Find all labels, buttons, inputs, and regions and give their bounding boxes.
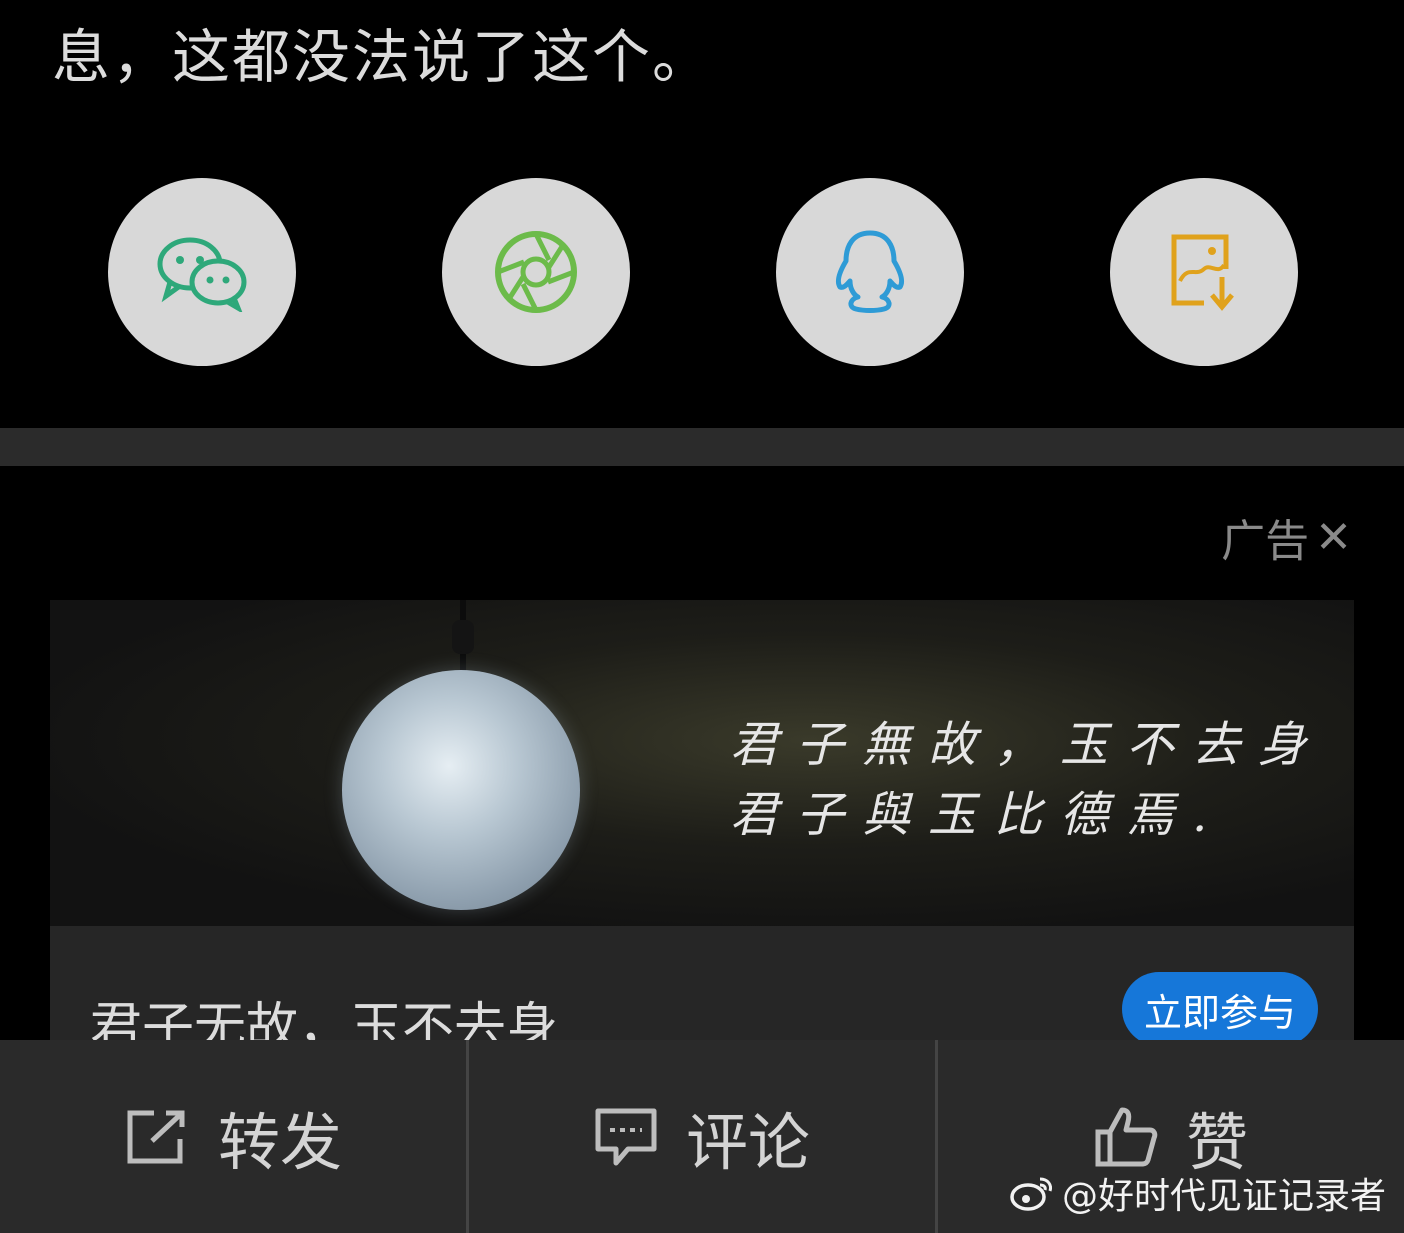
ad-calligraphy: 君子無故，玉不去身 君子與玉比德焉.	[730, 710, 1324, 850]
jade-pendant-image	[342, 670, 580, 910]
comment-label: 评论	[685, 1105, 810, 1179]
share-qq-button[interactable]	[776, 178, 964, 366]
moments-icon	[495, 231, 577, 313]
like-button[interactable]: 赞 @好时代见证记录者	[935, 1040, 1404, 1233]
join-now-button[interactable]: 立即参与	[1122, 972, 1318, 1046]
ad-card[interactable]: 君子無故，玉不去身 君子與玉比德焉. 君子无故，玉不去身 立即参与	[50, 600, 1354, 1060]
close-icon[interactable]: ✕	[1315, 512, 1352, 563]
share-row	[0, 178, 1404, 368]
weibo-logo-icon	[1010, 1177, 1052, 1211]
qq-icon	[835, 230, 905, 313]
comment-button[interactable]: 评论	[466, 1040, 935, 1233]
repost-icon	[127, 1110, 185, 1163]
calligraphy-line-1: 君子無故，玉不去身	[730, 717, 1325, 773]
comment-icon	[595, 1108, 657, 1165]
ad-label-text: 广告	[1221, 516, 1310, 567]
ad-label: 广告 ✕	[1221, 505, 1352, 569]
ad-image[interactable]: 君子無故，玉不去身 君子與玉比德焉.	[50, 600, 1354, 926]
pendant-knot	[452, 620, 474, 654]
wechat-icon	[157, 237, 247, 312]
share-wechat-button[interactable]	[108, 178, 296, 366]
repost-button[interactable]: 转发	[0, 1040, 466, 1233]
repost-label: 转发	[217, 1105, 342, 1179]
save-image-button[interactable]	[1110, 178, 1298, 366]
watermark-text: @好时代见证记录者	[1061, 1176, 1386, 1217]
post-text: 息，这都没法说了这个。	[52, 23, 713, 91]
share-moments-button[interactable]	[442, 178, 630, 366]
section-divider	[0, 428, 1404, 466]
calligraphy-line-2: 君子與玉比德焉.	[730, 787, 1226, 843]
action-bar: 转发 评论 赞 @好时代见证记录者	[0, 1040, 1404, 1233]
save-image-icon	[1171, 234, 1234, 311]
weibo-watermark: @好时代见证记录者	[1010, 1167, 1386, 1219]
thumbs-up-icon	[1095, 1107, 1158, 1166]
